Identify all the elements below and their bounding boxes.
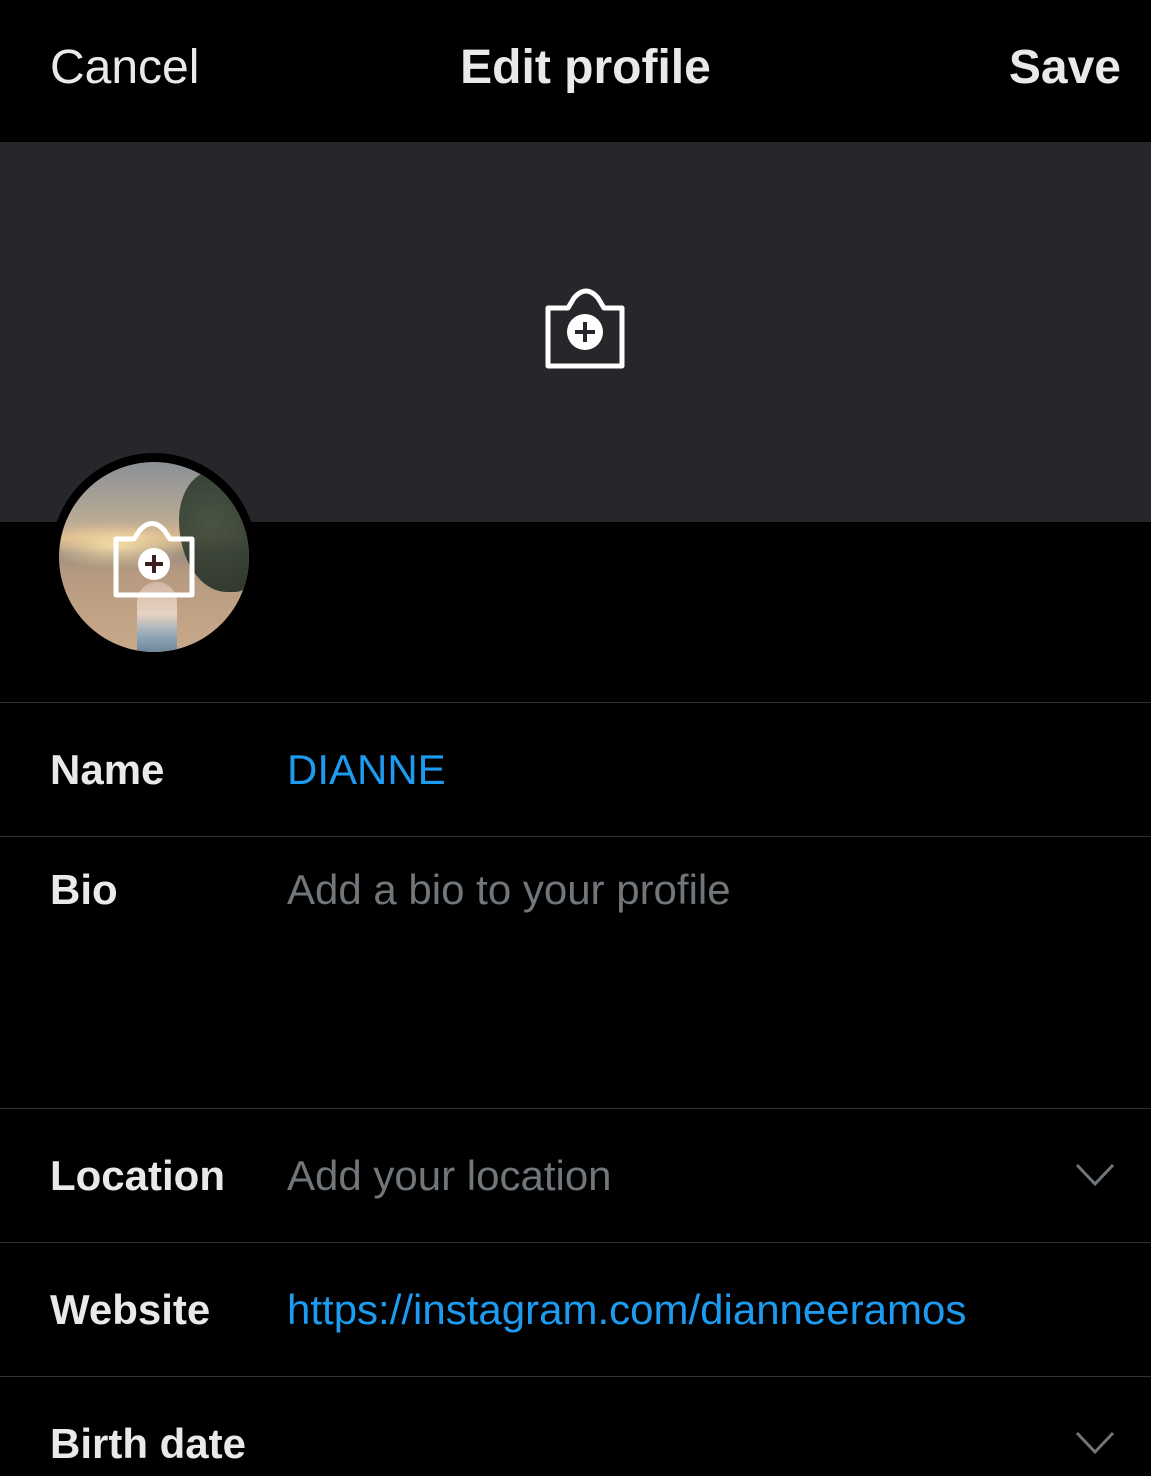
name-label: Name — [50, 746, 165, 793]
top-bar: Cancel Edit profile Save — [0, 0, 1151, 142]
page-title: Edit profile — [0, 40, 1151, 95]
name-field[interactable]: DIANNE — [287, 746, 446, 794]
divider — [0, 1376, 1151, 1377]
divider — [0, 1108, 1151, 1109]
location-label: Location — [50, 1152, 225, 1199]
page-title-text: Edit profile — [460, 41, 711, 94]
bio-field[interactable]: Add a bio to your profile — [287, 866, 731, 914]
birthdate-label: Birth date — [50, 1420, 247, 1467]
bio-label: Bio — [50, 866, 118, 913]
chevron-down-icon[interactable] — [1075, 1430, 1115, 1456]
divider — [0, 836, 1151, 837]
camera-plus-icon[interactable] — [540, 286, 630, 370]
camera-plus-icon[interactable] — [112, 519, 196, 599]
website-label: Website — [50, 1286, 211, 1333]
location-field[interactable]: Add your location — [287, 1152, 612, 1200]
divider — [0, 1242, 1151, 1243]
chevron-down-icon[interactable] — [1075, 1162, 1115, 1188]
save-button[interactable]: Save — [1009, 40, 1121, 95]
divider — [0, 702, 1151, 703]
website-field[interactable]: https://instagram.com/dianneeramos — [287, 1286, 966, 1334]
